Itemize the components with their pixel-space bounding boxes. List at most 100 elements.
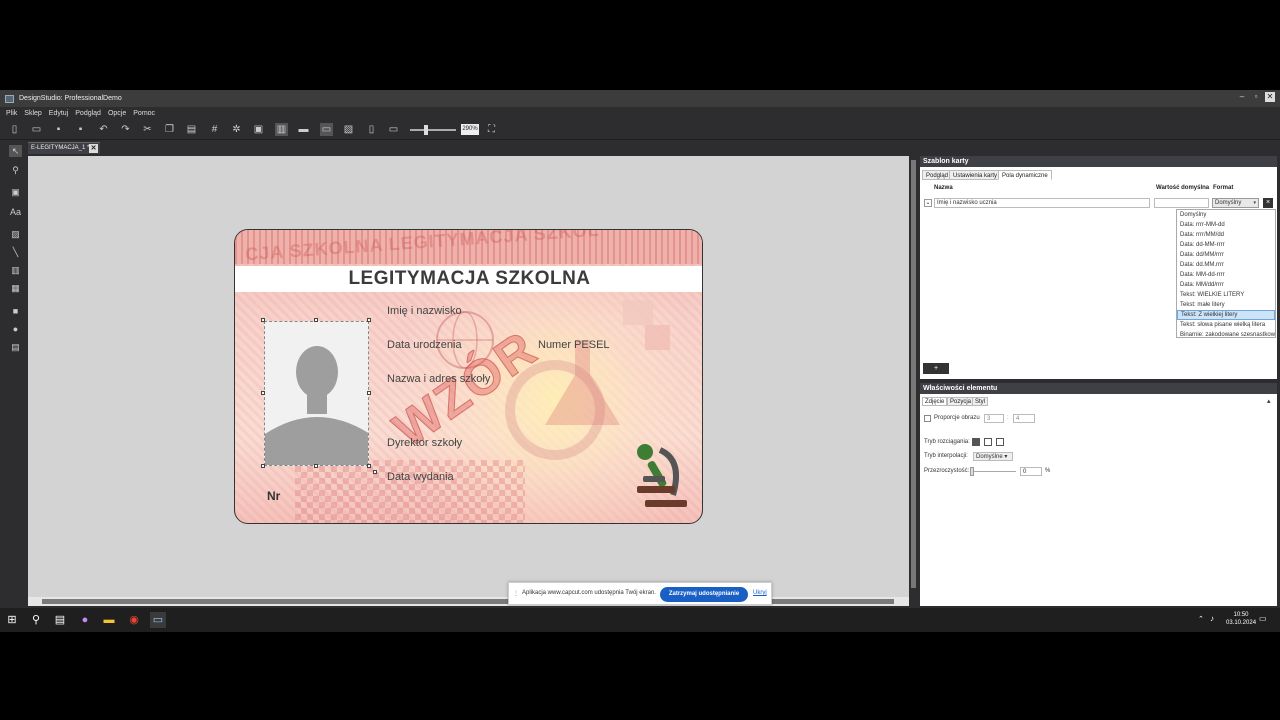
select-tool-icon[interactable]: ↖ xyxy=(9,145,22,157)
tab-style[interactable]: Styl xyxy=(972,397,989,406)
selection-handle[interactable] xyxy=(261,464,265,468)
search-icon[interactable]: ⚲ xyxy=(28,612,44,628)
undo-icon[interactable]: ↶ xyxy=(97,123,110,136)
rectangle-tool-icon[interactable]: ■ xyxy=(9,305,22,317)
minimize-icon[interactable]: – xyxy=(1237,92,1247,102)
save-all-icon[interactable]: ▪ xyxy=(74,123,87,136)
new-file-icon[interactable]: ▯ xyxy=(8,123,21,136)
image-tool-icon[interactable]: ▣ xyxy=(9,186,22,198)
zoom-slider-thumb[interactable] xyxy=(424,125,428,135)
menu-podglad[interactable]: Podgląd xyxy=(75,110,101,117)
stretch-none-icon[interactable] xyxy=(996,438,1004,446)
card-back-icon[interactable]: ▭ xyxy=(320,123,333,136)
interpolation-select[interactable]: Domyślne ▾ xyxy=(973,452,1013,461)
photo-tool-icon[interactable]: ▨ xyxy=(9,228,22,240)
menu-plik[interactable]: Plik xyxy=(6,110,17,117)
close-tab-icon[interactable]: ✕ xyxy=(89,144,98,153)
format-option[interactable]: Binarnie: zakodowane szesnastkowo xyxy=(1177,330,1275,340)
proportions-checkbox[interactable] xyxy=(924,415,931,422)
designstudio-taskbar-icon[interactable]: ▭ xyxy=(150,612,166,628)
tray-chevron-icon[interactable]: ⌃ xyxy=(1198,615,1204,623)
delete-row-button[interactable]: × xyxy=(1263,198,1273,208)
layout-icon[interactable]: ▣ xyxy=(252,123,265,136)
save-icon[interactable]: ▪ xyxy=(52,123,65,136)
row-expand-icon[interactable]: ⌄ xyxy=(924,199,932,207)
maximize-icon[interactable]: ▫ xyxy=(1251,92,1261,102)
format-option[interactable]: Tekst: małe litery xyxy=(1177,300,1275,310)
notification-icon[interactable]: ▭ xyxy=(1259,614,1267,623)
zoom-value[interactable]: 290% xyxy=(461,124,479,135)
preview-icon[interactable]: ▧ xyxy=(342,123,355,136)
id-card[interactable]: CJA SZKOLNA LEGITYMACJA SZKOL LEGITYMACJ… xyxy=(234,229,703,524)
selection-handle[interactable] xyxy=(314,464,318,468)
grid-icon[interactable]: # xyxy=(208,123,221,136)
format-option[interactable]: Tekst: Z wielkiej litery xyxy=(1177,310,1275,320)
opacity-slider-thumb[interactable] xyxy=(970,467,974,476)
menu-pomoc[interactable]: Pomoc xyxy=(133,110,155,117)
zoom-tool-icon[interactable]: ⚲ xyxy=(9,164,22,176)
label-number[interactable]: Nr xyxy=(267,489,280,503)
landscape-icon[interactable]: ▭ xyxy=(387,123,400,136)
vertical-scrollbar[interactable] xyxy=(909,156,918,606)
format-option[interactable]: Tekst: słowa pisane wielką litera xyxy=(1177,320,1275,330)
menu-edytuj[interactable]: Edytuj xyxy=(49,110,68,117)
rotate-handle[interactable] xyxy=(373,470,377,474)
label-pesel[interactable]: Numer PESEL xyxy=(538,339,610,351)
design-canvas[interactable]: CJA SZKOLNA LEGITYMACJA SZKOL LEGITYMACJ… xyxy=(28,156,909,597)
copy-icon[interactable]: ❐ xyxy=(163,123,176,136)
format-option[interactable]: Data: rrrr-MM-dd xyxy=(1177,220,1275,230)
stretch-fill-icon[interactable] xyxy=(972,438,980,446)
photo-placeholder[interactable] xyxy=(264,321,369,466)
selection-handle[interactable] xyxy=(314,318,318,322)
format-option[interactable]: Data: dd-MM-rrrr xyxy=(1177,240,1275,250)
text-tool-icon[interactable]: Aa xyxy=(9,206,22,218)
app-icon-purple[interactable]: ● xyxy=(77,612,93,628)
field-name-input[interactable]: Imię i nazwisko ucznia xyxy=(934,198,1150,208)
format-select[interactable]: Domyślny ▾ xyxy=(1212,198,1259,208)
windows-start-icon[interactable]: ⊞ xyxy=(4,612,20,628)
selection-handle[interactable] xyxy=(367,391,371,395)
format-option[interactable]: Data: MM-dd-rrrr xyxy=(1177,270,1275,280)
format-option[interactable]: Data: dd.MM.rrrr xyxy=(1177,260,1275,270)
opacity-input[interactable]: 0 xyxy=(1020,467,1042,476)
format-option[interactable]: Domyślny xyxy=(1177,210,1275,220)
pin-icon[interactable]: ▴ xyxy=(1267,397,1271,405)
format-option[interactable]: Data: rrrr/MM/dd xyxy=(1177,230,1275,240)
tab-photo[interactable]: Zdjęcie xyxy=(922,397,948,406)
file-explorer-icon[interactable]: ▬ xyxy=(101,612,117,628)
format-option[interactable]: Tekst: WIELKIE LITERY xyxy=(1177,290,1275,300)
task-view-icon[interactable]: ▤ xyxy=(52,612,68,628)
label-director[interactable]: Dyrektor szkoły xyxy=(387,437,462,449)
selection-handle[interactable] xyxy=(367,318,371,322)
redo-icon[interactable]: ↷ xyxy=(119,123,132,136)
default-value-input[interactable] xyxy=(1154,198,1209,208)
zoom-slider-track[interactable] xyxy=(410,129,456,131)
view-mode-icon[interactable]: ▥ xyxy=(275,123,288,136)
horizontal-scrollbar[interactable] xyxy=(28,597,909,606)
open-folder-icon[interactable]: ▭ xyxy=(30,123,43,136)
cut-icon[interactable]: ✂ xyxy=(141,123,154,136)
settings-gear-icon[interactable]: ✲ xyxy=(230,123,243,136)
qr-tool-icon[interactable]: ▦ xyxy=(9,282,22,294)
barcode-tool-icon[interactable]: ▥ xyxy=(9,264,22,276)
tab-preview[interactable]: Podgląd xyxy=(922,170,953,180)
clock[interactable]: 10:50 03.10.2024 xyxy=(1226,611,1256,627)
label-birth-date[interactable]: Data urodzenia xyxy=(387,339,462,351)
card-title[interactable]: LEGITYMACJA SZKOLNA xyxy=(235,266,702,292)
format-option[interactable]: Data: MM/dd/rrrr xyxy=(1177,280,1275,290)
card-front-icon[interactable]: ▬ xyxy=(297,123,310,136)
layer-tool-icon[interactable]: ▤ xyxy=(9,341,22,353)
selection-handle[interactable] xyxy=(367,464,371,468)
tab-dynamic-fields[interactable]: Pola dynamiczne xyxy=(998,170,1052,180)
chrome-icon[interactable]: ◉ xyxy=(126,612,142,628)
stop-sharing-button[interactable]: Zatrzymaj udostępnianie xyxy=(660,587,748,602)
tab-position[interactable]: Pozycja xyxy=(947,397,975,406)
stretch-uniform-icon[interactable] xyxy=(984,438,992,446)
volume-icon[interactable]: ♪ xyxy=(1210,614,1214,623)
drag-handle-icon[interactable]: ⋮ xyxy=(513,590,519,597)
add-field-button[interactable]: + xyxy=(923,363,949,374)
hide-share-bar-link[interactable]: Ukryj xyxy=(753,590,767,596)
paste-icon[interactable]: ▤ xyxy=(185,123,198,136)
vertical-scroll-thumb[interactable] xyxy=(911,160,916,588)
menu-opcje[interactable]: Opcje xyxy=(108,110,126,117)
